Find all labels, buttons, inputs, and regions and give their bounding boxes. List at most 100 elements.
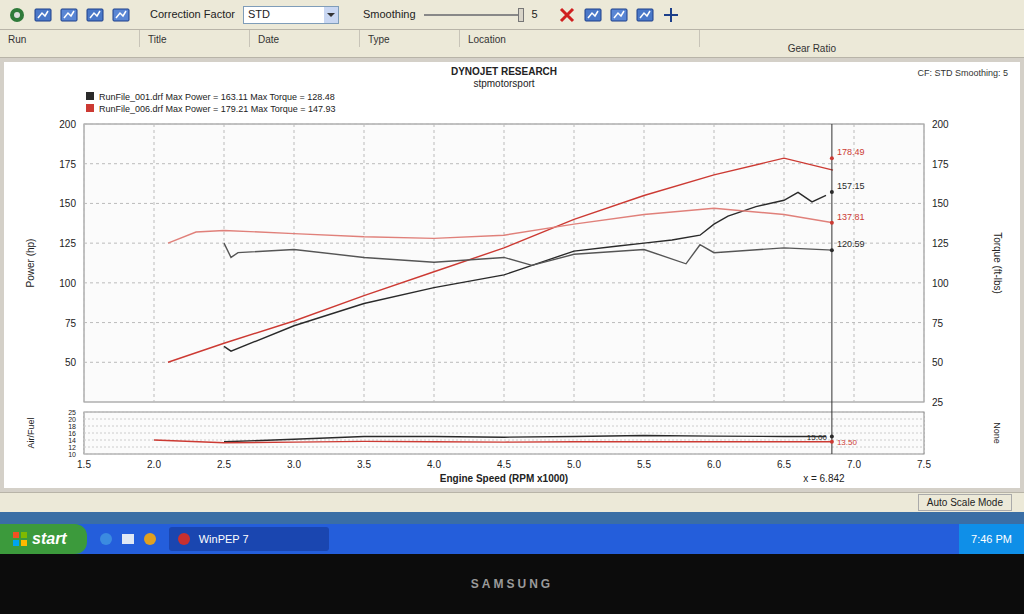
x-tick: 2.0	[147, 459, 161, 470]
dyno-line	[168, 208, 833, 243]
column-header[interactable]: Date	[250, 30, 360, 47]
desktop-icon[interactable]	[121, 532, 135, 546]
graph-icon[interactable]	[60, 7, 78, 23]
correction-factor-select[interactable]: STD	[243, 6, 339, 24]
svg-text:157.15: 157.15	[837, 181, 865, 191]
x-tick: 1.5	[77, 459, 91, 470]
move-icon[interactable]	[662, 7, 680, 23]
cursor-line[interactable]	[831, 124, 832, 454]
column-header[interactable]: Title	[140, 30, 250, 47]
compare-icon[interactable]	[86, 7, 104, 23]
winpep-icon	[177, 532, 191, 546]
desktop	[0, 512, 1024, 524]
y-right-tick: 175	[932, 159, 949, 170]
column-header[interactable]: Type	[360, 30, 460, 47]
x-tick: 4.0	[427, 459, 441, 470]
y-left-tick: 200	[59, 119, 76, 130]
legend-item: RunFile_006.drf Max Power = 179.21 Max T…	[86, 104, 335, 114]
status-bar: Auto Scale Mode	[0, 492, 1024, 512]
chart-title: DYNOJET RESEARCH	[451, 66, 557, 77]
y-right-tick: 50	[932, 357, 944, 368]
media-icon[interactable]	[143, 532, 157, 546]
y-left-tick: 125	[59, 238, 76, 249]
dyno-line	[168, 158, 833, 362]
x-tick: 7.5	[917, 459, 931, 470]
afr-tick: 14	[68, 437, 76, 444]
screen: Correction FactorSTDSmoothing5RunTitleDa…	[0, 0, 1024, 614]
y-left-tick: 100	[59, 278, 76, 289]
smoothing-slider[interactable]	[424, 8, 524, 22]
x-tick: 7.0	[847, 459, 861, 470]
svg-text:178.49: 178.49	[837, 147, 865, 157]
x-tick: 3.0	[287, 459, 301, 470]
open-icon[interactable]	[34, 7, 52, 23]
toolbar: Correction FactorSTDSmoothing5	[0, 0, 1024, 30]
y-left-tick: 75	[65, 318, 77, 329]
afr-tick: 18	[68, 423, 76, 430]
svg-text:137.81: 137.81	[837, 212, 865, 222]
column-header[interactable]: Gear Ratio	[780, 41, 844, 57]
dropdown-arrow-icon	[324, 7, 338, 23]
smoothing-value: 5	[532, 6, 538, 23]
cursor-readout: 13.50	[830, 438, 858, 447]
x-tick: 3.5	[357, 459, 371, 470]
clear-icon[interactable]	[558, 7, 576, 23]
plot-area	[84, 124, 924, 402]
task-button[interactable]: WinPEP 7	[169, 527, 329, 551]
y-right-tick: 125	[932, 238, 949, 249]
svg-text:RunFile_006.drf Max Power = 17: RunFile_006.drf Max Power = 179.21 Max T…	[99, 104, 335, 114]
afr-tick: 20	[68, 416, 76, 423]
x-tick: 6.0	[707, 459, 721, 470]
column-header[interactable]: Location	[460, 30, 700, 47]
afr-line	[154, 440, 833, 443]
dyno-line	[224, 192, 826, 351]
settings-icon[interactable]	[636, 7, 654, 23]
scale-mode: Auto Scale Mode	[918, 494, 1012, 511]
run-header: RunTitleDateTypeLocation Gear Ratio	[0, 30, 1024, 58]
start-button[interactable]: start	[0, 524, 87, 554]
afr-tick: 10	[68, 451, 76, 458]
y-left-tick: 175	[59, 159, 76, 170]
x-tick: 6.5	[777, 459, 791, 470]
y-right-label: Torque (ft-lbs)	[992, 232, 1003, 294]
print-icon[interactable]	[112, 7, 130, 23]
svg-text:13.50: 13.50	[837, 438, 858, 447]
svg-text:120.59: 120.59	[837, 239, 865, 249]
cursor-label: x = 6.842	[803, 473, 845, 484]
cursor-readout: 120.59	[830, 239, 865, 252]
monitor-brand: SAMSUNG	[471, 575, 553, 593]
svg-text:RunFile_001.drf Max Power = 16: RunFile_001.drf Max Power = 163.11 Max T…	[99, 92, 335, 102]
dyno-chart: DYNOJET RESEARCHstpmotorsportCF: STD Smo…	[4, 62, 1020, 488]
svg-text:15.00: 15.00	[807, 433, 828, 442]
afr-strip	[84, 412, 924, 454]
chart-subtitle: stpmotorsport	[473, 78, 534, 89]
clock: 7:46 PM	[971, 531, 1012, 548]
quick-launch	[87, 532, 169, 546]
system-tray: 7:46 PM	[959, 524, 1024, 554]
y-right-tick: 75	[932, 318, 944, 329]
afr-line	[224, 435, 826, 441]
x-tick: 5.5	[637, 459, 651, 470]
windows-logo-icon	[12, 531, 28, 547]
y-left-tick: 50	[65, 357, 77, 368]
y-left-label: Power (hp)	[25, 239, 36, 288]
x-tick: 5.0	[567, 459, 581, 470]
y-right-tick: 150	[932, 198, 949, 209]
afr-label: Air/Fuel	[26, 417, 36, 448]
legend-item: RunFile_001.drf Max Power = 163.11 Max T…	[86, 92, 335, 102]
scale-icon[interactable]	[610, 7, 628, 23]
y-right-tick: 25	[932, 397, 944, 408]
cursor-readout: 137.81	[830, 212, 865, 225]
browser-icon[interactable]	[99, 532, 113, 546]
afr-tick: 12	[68, 444, 76, 451]
y-right-tick: 200	[932, 119, 949, 130]
column-header[interactable]: Run	[0, 30, 140, 47]
chart-panel: DYNOJET RESEARCHstpmotorsportCF: STD Smo…	[0, 58, 1024, 492]
smoothing-label: Smoothing	[363, 6, 416, 23]
taskbar: start WinPEP 7 7:46 PM	[0, 524, 1024, 554]
zoom-icon[interactable]	[584, 7, 602, 23]
cursor-readout: 15.00	[807, 433, 834, 442]
app-icon	[8, 6, 26, 24]
afr-tick: 16	[68, 430, 76, 437]
afr-right-label: None	[992, 422, 1002, 444]
